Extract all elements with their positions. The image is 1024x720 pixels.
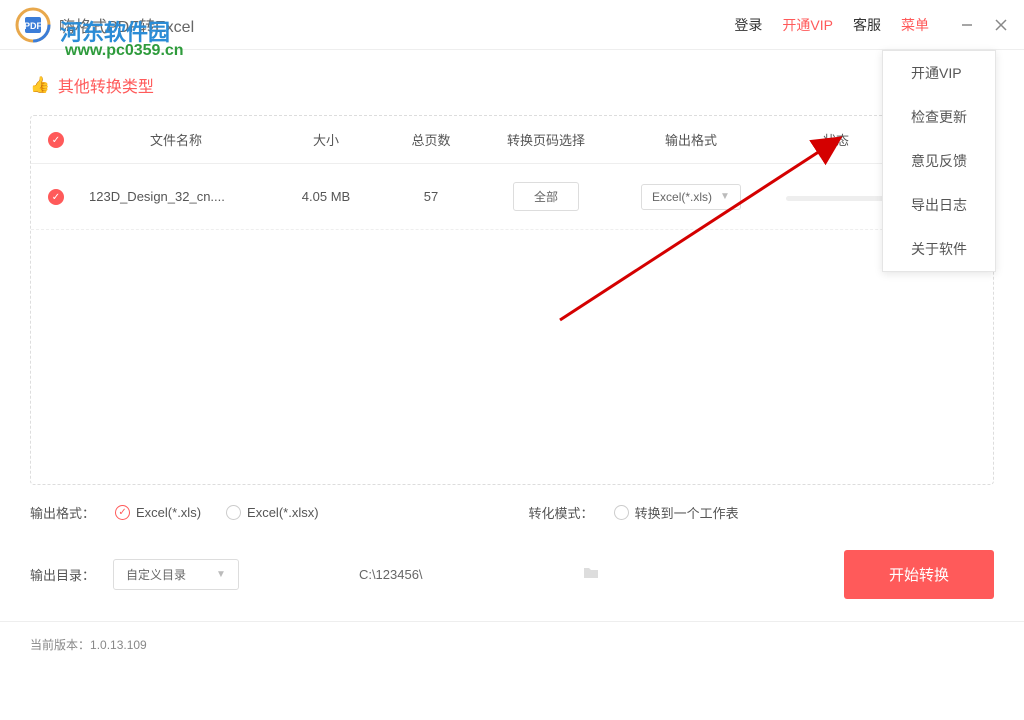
file-size: 4.05 MB: [271, 189, 381, 204]
menu-item-export-log[interactable]: 导出日志: [883, 183, 995, 227]
radio-checked-icon: [115, 505, 130, 520]
other-convert-types[interactable]: 👍 其他转换类型: [30, 73, 154, 97]
folder-icon[interactable]: [583, 566, 599, 584]
output-path: C:\123456\: [359, 567, 423, 582]
header-name: 文件名称: [81, 130, 271, 149]
radio-unchecked-icon: [614, 505, 629, 520]
start-convert-button[interactable]: 开始转换: [844, 550, 994, 599]
menu-item-about[interactable]: 关于软件: [883, 227, 995, 271]
footer-version: 当前版本：1.0.13.109: [0, 621, 1024, 667]
header-pages: 总页数: [381, 130, 481, 149]
file-pages: 57: [381, 189, 481, 204]
menu-item-feedback[interactable]: 意见反馈: [883, 139, 995, 183]
radio-xls[interactable]: Excel(*.xls): [115, 505, 201, 520]
svg-text:PDF: PDF: [24, 21, 43, 31]
header-range: 转换页码选择: [481, 130, 611, 149]
nav-login[interactable]: 登录: [734, 15, 762, 35]
progress-bar: [786, 196, 886, 201]
menu-dropdown: 开通VIP 检查更新 意见反馈 导出日志 关于软件: [882, 50, 996, 272]
watermark-url: www.pc0359.cn: [65, 42, 184, 60]
close-button[interactable]: [993, 17, 1009, 33]
format-select[interactable]: Excel(*.xls) ▼: [641, 184, 741, 210]
mode-label: 转化模式：: [529, 503, 594, 522]
minimize-button[interactable]: [959, 17, 975, 33]
chevron-down-icon: ▼: [216, 569, 226, 580]
thumb-icon: 👍: [30, 75, 50, 95]
nav-menu[interactable]: 菜单: [901, 15, 929, 35]
radio-single-sheet[interactable]: 转换到一个工作表: [614, 503, 739, 522]
output-dir-select[interactable]: 自定义目录 ▼: [113, 559, 239, 590]
output-dir-label: 输出目录：: [30, 565, 95, 584]
table-row: ✓ 123D_Design_32_cn.... 4.05 MB 57 全部 Ex…: [31, 164, 993, 230]
table-header: ✓ 文件名称 大小 总页数 转换页码选择 输出格式 状态 移除: [31, 116, 993, 164]
menu-item-check-update[interactable]: 检查更新: [883, 95, 995, 139]
chevron-down-icon: ▼: [720, 191, 730, 202]
output-format-label: 输出格式：: [30, 503, 95, 522]
page-range-button[interactable]: 全部: [513, 182, 579, 211]
nav-service[interactable]: 客服: [853, 15, 881, 35]
app-logo-icon: PDF: [15, 7, 51, 43]
radio-xlsx[interactable]: Excel(*.xlsx): [226, 505, 319, 520]
radio-unchecked-icon: [226, 505, 241, 520]
file-name: 123D_Design_32_cn....: [81, 189, 271, 204]
row-checkbox[interactable]: ✓: [48, 189, 64, 205]
header-format: 输出格式: [611, 130, 771, 149]
app-title: 嗨格式PDF转Excel: [59, 13, 194, 37]
select-all-checkbox[interactable]: ✓: [48, 132, 64, 148]
nav-vip[interactable]: 开通VIP: [782, 15, 833, 35]
menu-item-vip[interactable]: 开通VIP: [883, 51, 995, 95]
header-size: 大小: [271, 130, 381, 149]
